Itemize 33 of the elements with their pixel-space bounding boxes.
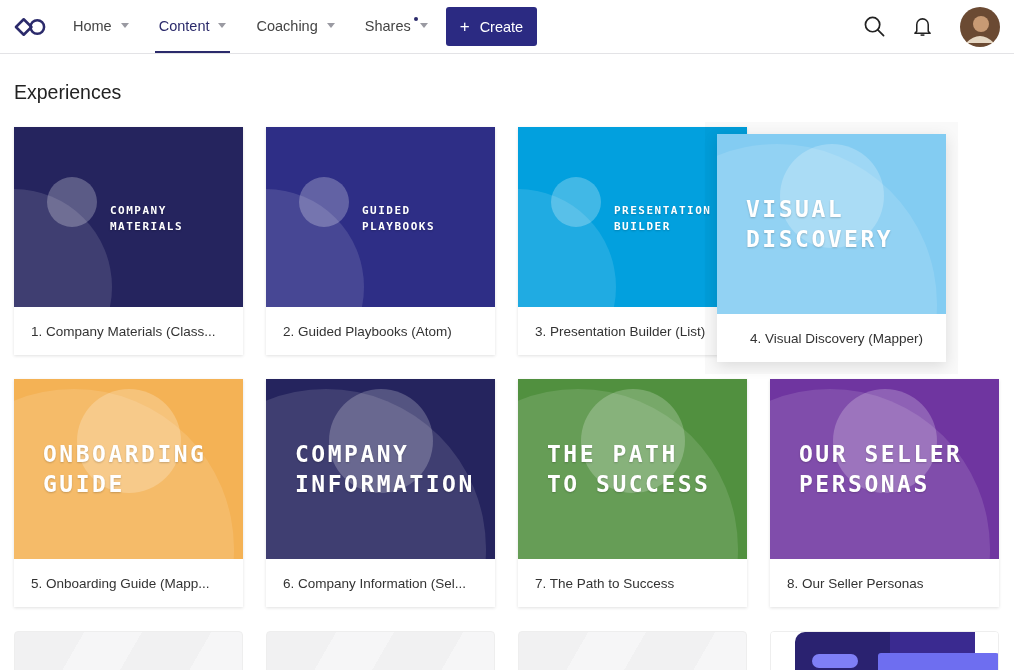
card-background[interactable]: GUIDED PLAYBOOKS 2. Guided Playbooks (Atom) — [266, 127, 495, 355]
bell-icon[interactable] — [912, 16, 933, 37]
card-title: 1. Company Materials (Class... — [31, 323, 216, 339]
card-title: 5. Onboarding Guide (Mapp... — [31, 575, 210, 591]
card-title: 2. Guided Playbooks (Atom) — [283, 323, 452, 339]
card-background[interactable]: COMPANY INFORMATION 6. Company Information (Sel... — [266, 379, 495, 607]
card-title: 7. The Path to Success — [535, 575, 675, 591]
nav-tab[interactable]: Coaching — [252, 0, 339, 53]
card-title: 8. Our Seller Personas — [787, 575, 924, 591]
cover-title: COMPANY MATERIALS — [110, 203, 184, 235]
nav-tab[interactable]: Shares — [360, 0, 432, 53]
cover-title: COMPANY INFORMATION — [295, 440, 475, 499]
card-background[interactable]: VISUAL DISCOVERY 4. Visual Discovery (Mapper) — [717, 134, 946, 362]
section-title: Experiences — [14, 81, 123, 105]
card-background[interactable]: THE PATH TO SUCCESS 7. The Path to Success — [518, 379, 747, 607]
cover-title: OUR SELLER PERSONAS — [799, 440, 963, 499]
cover-title: THE PATH TO SUCCESS — [547, 440, 711, 499]
card-background[interactable]: COMPANY MATERIALS 1. Company Materials (Class... — [14, 127, 243, 355]
search-icon[interactable] — [864, 16, 885, 37]
nav-tab[interactable]: Home — [69, 0, 133, 53]
card-background[interactable]: OUR SELLER PERSONAS 8. Our Seller Personas — [770, 379, 999, 607]
cover-title: PRESENTATION BUILDER — [614, 203, 712, 235]
nav-tab[interactable]: Content — [154, 0, 231, 53]
card-background[interactable]: ONBOARDING GUIDE 5. Onboarding Guide (Mapp... — [14, 379, 243, 607]
cover-title: VISUAL DISCOVERY — [746, 195, 894, 254]
card-title: 3. Presentation Builder (List) — [535, 323, 706, 339]
logo-icon[interactable] — [14, 16, 47, 37]
avatar[interactable] — [960, 6, 1000, 47]
cover-title: ONBOARDING GUIDE — [43, 440, 207, 499]
card-title: 6. Company Information (Sel... — [283, 575, 467, 591]
create-button[interactable]: + Create — [445, 7, 538, 46]
card-title: 4. Visual Discovery (Mapper) — [750, 330, 924, 346]
cover-title: GUIDED PLAYBOOKS — [362, 203, 436, 235]
